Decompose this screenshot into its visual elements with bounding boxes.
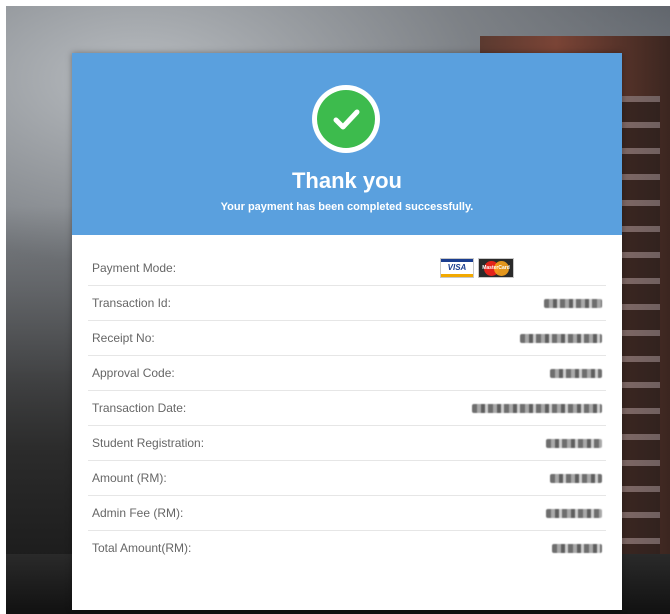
- payment-mode-label: Payment Mode:: [92, 261, 177, 275]
- detail-row-transaction-id: Transaction Id:: [88, 286, 606, 321]
- page-title: Thank you: [291, 168, 402, 193]
- visa-icon: VISA: [440, 258, 474, 278]
- detail-row-student-registration: Student Registration:: [88, 426, 606, 461]
- mastercard-icon: MasterCard: [478, 258, 514, 278]
- payment-confirmation-card: Thank you Your payment has been complete…: [72, 53, 622, 610]
- checkmark-icon: [333, 109, 360, 130]
- approval-code-label: Approval Code:: [92, 366, 175, 380]
- detail-row-payment-mode: Payment Mode: VISA MasterCard: [88, 251, 606, 286]
- total-amount-label: Total Amount(RM):: [92, 541, 192, 555]
- amount-value-redacted: [550, 473, 602, 483]
- receipt-no-label: Receipt No:: [92, 331, 155, 345]
- detail-row-transaction-date: Transaction Date:: [88, 391, 606, 426]
- payment-details: Payment Mode: VISA MasterCard Transactio…: [88, 251, 606, 565]
- receipt-no-value-redacted: [520, 333, 602, 343]
- transaction-id-value-redacted: [544, 298, 602, 308]
- approval-code-value-redacted: [550, 368, 602, 378]
- card-logos: VISA MasterCard: [440, 258, 514, 278]
- page-subtitle: Your payment has been completed successf…: [220, 201, 474, 213]
- detail-row-admin-fee: Admin Fee (RM):: [88, 496, 606, 531]
- success-banner: Thank you Your payment has been complete…: [72, 53, 622, 235]
- transaction-date-label: Transaction Date:: [92, 401, 187, 415]
- detail-row-total-amount: Total Amount(RM):: [88, 531, 606, 565]
- student-registration-value-redacted: [546, 438, 602, 448]
- admin-fee-label: Admin Fee (RM):: [92, 506, 184, 520]
- admin-fee-value-redacted: [546, 508, 602, 518]
- transaction-id-label: Transaction Id:: [92, 296, 171, 310]
- detail-row-amount: Amount (RM):: [88, 461, 606, 496]
- check-circle-icon: [312, 85, 380, 153]
- transaction-date-value-redacted: [472, 403, 602, 413]
- total-amount-value-redacted: [552, 543, 602, 553]
- detail-row-approval-code: Approval Code:: [88, 356, 606, 391]
- student-registration-label: Student Registration:: [92, 436, 205, 450]
- amount-label: Amount (RM):: [92, 471, 167, 485]
- detail-row-receipt-no: Receipt No:: [88, 321, 606, 356]
